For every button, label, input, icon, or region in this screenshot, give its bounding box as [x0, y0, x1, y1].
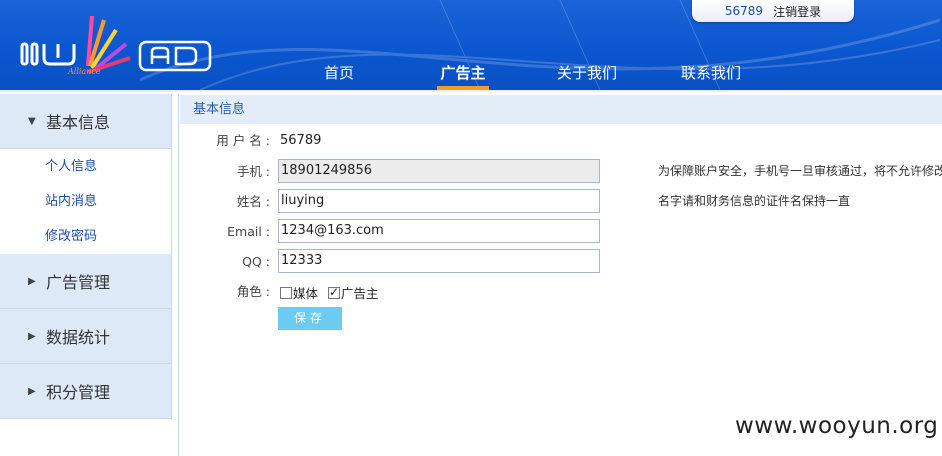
user-id: 56789 [724, 4, 764, 18]
sidebar: ▼ 基本信息 个人信息 站内消息 修改密码 ▶ 广告管理 ▶ 数据统计 ▶ 积分… [0, 94, 172, 420]
sidebar-item-personal-info[interactable]: 个人信息 [0, 149, 171, 184]
row-phone: 手机 : 18901249856 为保障账户安全，手机号一旦审核通过，将不允许修… [180, 159, 942, 185]
main-nav: 首页 广告主 关于我们 联系我们 [0, 62, 942, 90]
sidebar-item-change-password[interactable]: 修改密码 [0, 219, 171, 254]
phone-label: 手机 : [236, 164, 270, 179]
user-bar: 56789 注销登录 [692, 0, 854, 22]
media-checkbox-label: 媒体 [293, 286, 319, 301]
advertiser-checkbox[interactable] [328, 285, 341, 299]
row-name: 姓名 : liuying 名字请和财务信息的证件名保持一直 [180, 189, 942, 215]
sidebar-group-label: 基本信息 [46, 113, 111, 132]
triangle-right-icon: ▶ [28, 275, 36, 287]
row-email: Email : 1234@163.com [180, 219, 942, 245]
name-hint: 名字请和财务信息的证件名保持一直 [658, 194, 851, 208]
role-options: 媒体 广告主 [280, 283, 379, 302]
nav-contact-us[interactable]: 联系我们 [678, 62, 744, 90]
watermark: www.wooyun.org [735, 413, 939, 439]
advertiser-checkbox-label: 广告主 [341, 286, 379, 301]
header-divider [0, 90, 942, 92]
logout-link[interactable]: 注销登录 [773, 3, 821, 20]
qq-field[interactable]: 12333 [278, 249, 600, 273]
sidebar-item-messages[interactable]: 站内消息 [0, 184, 171, 219]
phone-hint: 为保障账户安全，手机号一旦审核通过，将不允许修改 [658, 164, 942, 178]
email-label: Email : [227, 224, 270, 239]
name-label: 姓名 : [236, 194, 270, 209]
sidebar-group-basic-info[interactable]: ▼ 基本信息 [0, 94, 171, 149]
save-button[interactable]: 保存 [278, 307, 342, 330]
row-role: 角色 : 媒体 广告主 [180, 279, 942, 305]
email-field[interactable]: 1234@163.com [278, 219, 600, 243]
sidebar-group-label: 广告管理 [46, 273, 111, 292]
triangle-right-icon: ▶ [28, 330, 36, 342]
nav-advertiser[interactable]: 广告主 [437, 62, 489, 90]
name-field[interactable]: liuying [278, 189, 600, 213]
nav-about-us[interactable]: 关于我们 [554, 62, 620, 90]
header: Alliance 56789 注销登录 首页 广告主 关于我们 联系我们 [0, 0, 942, 90]
sidebar-group-label: 积分管理 [46, 383, 111, 402]
sidebar-group-points[interactable]: ▶ 积分管理 [0, 364, 171, 419]
qq-label: QQ : [242, 254, 270, 269]
column-separator [178, 94, 179, 456]
section-title: 基本信息 [180, 95, 942, 124]
sidebar-group-label: 数据统计 [46, 328, 111, 347]
row-username: 用 户 名 : 56789 [180, 128, 942, 154]
sidebar-group-ad-management[interactable]: ▶ 广告管理 [0, 254, 171, 309]
triangle-right-icon: ▶ [28, 385, 36, 397]
role-label: 角色 : [236, 284, 270, 299]
row-qq: QQ : 12333 [180, 249, 942, 275]
username-value: 56789 [280, 133, 322, 148]
username-label: 用 户 名 : [216, 133, 270, 148]
media-checkbox[interactable] [280, 286, 292, 299]
phone-field[interactable]: 18901249856 [278, 159, 600, 183]
nav-home[interactable]: 首页 [322, 62, 356, 90]
triangle-down-icon: ▼ [28, 115, 36, 127]
sidebar-group-statistics[interactable]: ▶ 数据统计 [0, 309, 171, 364]
